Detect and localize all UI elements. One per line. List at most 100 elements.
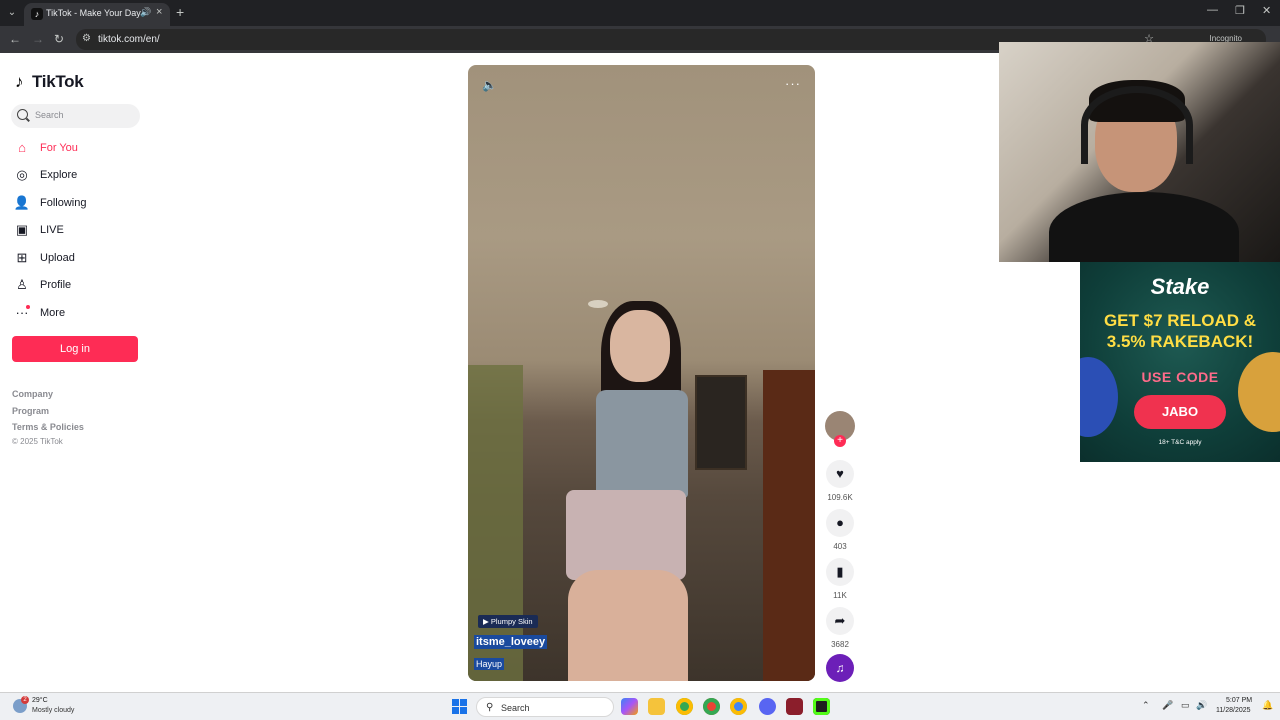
taskbar-search[interactable]: ⚲ Search <box>476 697 614 717</box>
like-button[interactable]: ♥ <box>826 460 854 488</box>
sidebar-item-label: More <box>40 307 66 319</box>
streaming-app-icon[interactable] <box>813 698 830 715</box>
music-disc-icon[interactable]: ♫ <box>826 654 854 682</box>
streamer-shirt-image <box>1049 192 1239 262</box>
search-icon: ⚲ <box>486 702 494 713</box>
video-author[interactable]: itsme_loveey <box>474 635 548 649</box>
clock-date[interactable]: 11/28/2025 <box>1216 707 1251 714</box>
footer-terms-link[interactable]: Terms & Policies <box>12 422 84 432</box>
door-image <box>763 370 815 681</box>
browser-tab[interactable]: ♪ TikTok - Make Your Day 🔊 × <box>24 3 170 26</box>
tiktok-note-icon: ♪ <box>15 72 24 91</box>
weather-description[interactable]: Mostly cloudy <box>32 707 74 714</box>
person-face-image <box>610 310 670 382</box>
new-tab-button[interactable]: + <box>176 4 184 20</box>
window-close-icon[interactable]: ✕ <box>1262 4 1271 17</box>
minimize-icon[interactable]: — <box>1207 4 1218 16</box>
windows-logo-icon <box>460 699 467 706</box>
forward-icon[interactable]: → <box>32 32 44 46</box>
ad-headline-line2: 3.5% RAKEBACK! <box>1106 332 1254 351</box>
logo-text: TikTok <box>32 72 84 91</box>
tray-overflow-icon[interactable]: ⌃ <box>1142 700 1150 711</box>
sidebar-item-more[interactable]: ··· More <box>13 304 143 324</box>
browser-tab-bar: ⌄ ♪ TikTok - Make Your Day 🔊 × + — ❐ ✕ <box>0 0 1280 26</box>
bookmark-button[interactable]: ▮ <box>826 558 854 586</box>
tab-search-icon[interactable]: ⌄ <box>4 5 20 21</box>
stake-ad-banner: Stake GET $7 RELOAD & 3.5% RAKEBACK! USE… <box>1080 262 1280 462</box>
copilot-icon[interactable] <box>621 698 638 715</box>
ad-code-button: JABO <box>1134 395 1226 429</box>
share-button[interactable]: ➦ <box>826 607 854 635</box>
like-count: 109.6K <box>827 493 853 502</box>
site-info-icon[interactable]: ⚙ <box>82 33 91 44</box>
sidebar-item-label: Profile <box>40 279 72 291</box>
windows-taskbar: 2 29°C Mostly cloudy ⚲ Search ⌃ 🎤 ▭ 🔊 5:… <box>0 692 1280 720</box>
tab-close-icon[interactable]: × <box>156 6 162 18</box>
back-icon[interactable]: ← <box>9 32 21 46</box>
following-icon: 👤 <box>13 195 31 210</box>
windows-logo-icon <box>460 707 467 714</box>
copyright-text: © 2025 TikTok <box>12 437 63 446</box>
login-button[interactable]: Log in <box>12 336 138 362</box>
game-app-icon[interactable] <box>786 698 803 715</box>
home-icon: ⌂ <box>18 140 26 155</box>
person-legs-image <box>568 570 688 681</box>
chrome-icon[interactable] <box>676 698 693 715</box>
video-tag[interactable]: ▶ Plumpy Skin <box>478 615 538 628</box>
comment-button[interactable]: ● <box>826 509 854 537</box>
sidebar-item-upload[interactable]: ⊞ Upload <box>13 249 143 269</box>
speaker-icon[interactable]: 🔊 <box>1196 700 1207 711</box>
start-button[interactable] <box>452 699 468 715</box>
clock-time[interactable]: 5:07 PM <box>1226 697 1252 704</box>
discord-icon[interactable] <box>759 698 776 715</box>
reload-icon[interactable]: ↻ <box>54 32 64 46</box>
sidebar-item-label: Explore <box>40 169 78 181</box>
windows-logo-icon <box>452 699 459 706</box>
file-explorer-icon[interactable] <box>648 698 665 715</box>
video-tag-label: Plumpy Skin <box>490 617 533 626</box>
chrome-incognito-icon[interactable] <box>730 698 747 715</box>
follow-plus-icon[interactable]: + <box>834 435 846 447</box>
search-icon <box>17 109 28 120</box>
taskbar-search-label: Search <box>501 703 530 713</box>
sidebar-item-explore[interactable]: ◎ Explore <box>13 166 143 186</box>
search-input[interactable]: Search <box>11 104 140 128</box>
compass-icon: ◎ <box>16 167 28 182</box>
ceiling-light-image <box>588 300 608 308</box>
sidebar-item-live[interactable]: ▣ LIVE <box>13 221 143 241</box>
live-icon: ▣ <box>15 222 29 237</box>
webcam-overlay <box>999 42 1280 262</box>
tiktok-favicon-icon: ♪ <box>31 8 43 20</box>
video-more-icon[interactable]: ··· <box>785 76 801 91</box>
ad-roulette-image <box>1238 352 1280 432</box>
tab-audio-icon[interactable]: 🔊 <box>140 7 151 18</box>
video-description: Hayup <box>474 658 505 670</box>
sidebar-item-label: Upload <box>40 252 75 264</box>
sidebar-item-label: LIVE <box>40 224 64 236</box>
ad-code-label: USE CODE <box>1141 369 1219 385</box>
profile-icon: ♙ <box>16 277 28 292</box>
bookmark-count: 11K <box>833 591 847 600</box>
curtain-image <box>468 365 523 681</box>
sidebar-item-label: Following <box>40 197 87 209</box>
upload-icon: ⊞ <box>16 250 28 265</box>
sidebar-item-following[interactable]: 👤 Following <box>13 194 143 214</box>
ad-headline-line1: GET $7 RELOAD & <box>1103 311 1257 330</box>
url-text[interactable]: tiktok.com/en/ <box>98 34 160 45</box>
notification-dot <box>26 305 30 309</box>
volume-icon[interactable]: 🔈 <box>482 78 497 92</box>
sidebar-item-profile[interactable]: ♙ Profile <box>13 276 143 296</box>
chrome-profile-icon[interactable] <box>703 698 720 715</box>
weather-temperature[interactable]: 29°C <box>32 697 48 704</box>
maximize-icon[interactable]: ❐ <box>1235 4 1245 17</box>
microphone-icon[interactable]: 🎤 <box>1162 700 1173 711</box>
footer-program-link[interactable]: Program <box>12 406 49 416</box>
person-top-image <box>596 390 688 498</box>
sidebar-item-for-you[interactable]: ⌂ For You <box>13 139 143 159</box>
person-shorts-image <box>566 490 686 580</box>
footer-company-link[interactable]: Company <box>12 389 53 399</box>
video-player[interactable]: 🔈 ··· ▶ Plumpy Skin itsme_loveey Hayup <box>468 65 815 681</box>
network-icon[interactable]: ▭ <box>1181 700 1190 711</box>
share-count: 3682 <box>831 640 849 649</box>
notification-bell-icon[interactable]: 🔔 <box>1262 700 1273 711</box>
